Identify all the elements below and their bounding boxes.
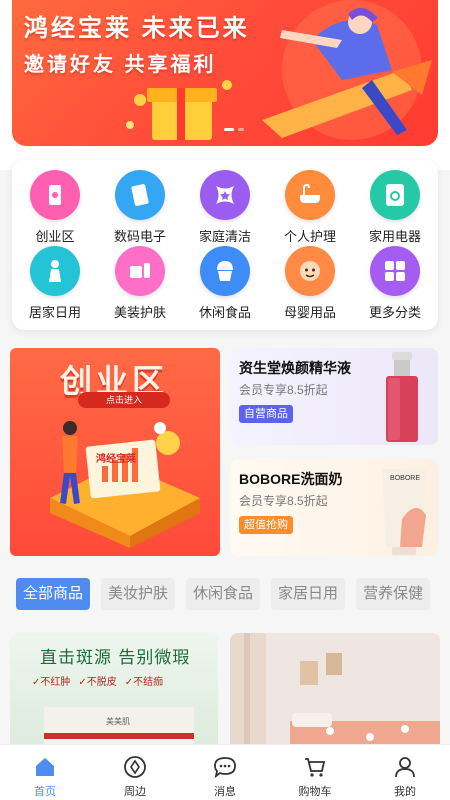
enter-button[interactable]: 点击进入	[78, 392, 170, 408]
feature-item: ✓不红肿	[32, 677, 71, 688]
promo-card-cleanser[interactable]: BOBORE洗面奶 会员专享8.5折起 超值抢购 BOBORE	[230, 459, 438, 556]
category-item-digital[interactable]: 数码电子	[100, 170, 180, 246]
nav-nearby[interactable]: 周边	[90, 745, 180, 800]
device-icon	[115, 170, 165, 220]
bedroom-photo	[230, 633, 440, 753]
serum-bottle-image	[386, 352, 418, 442]
bathtub-icon	[285, 170, 335, 220]
promo-title: BOBORE洗面奶	[239, 471, 343, 487]
category-item-snacks[interactable]: 休闲食品	[185, 246, 265, 322]
cleaning-icon	[200, 170, 250, 220]
promo-card-serum[interactable]: 资生堂焕颜精华液 会员专享8.5折起 自营商品	[230, 348, 438, 445]
nav-label: 我的	[394, 786, 416, 798]
pager-dot	[238, 128, 244, 131]
banner-area: 鸿经宝莱 未来已来 邀请好友 共享福利	[0, 0, 450, 170]
product-card[interactable]: 直击斑源 告别微瑕 ✓不红肿 ✓不脱皮 ✓不结痂 美美肌	[10, 633, 218, 753]
home-icon	[0, 753, 90, 781]
banner-subtitle: 邀请好友 共享福利	[24, 54, 217, 76]
brand-sign: 鸿经宝莱	[96, 454, 136, 465]
category-label: 美装护肤	[113, 305, 166, 320]
cleanser-brand-text: BOBORE	[390, 475, 420, 482]
tab-all-products[interactable]: 全部商品	[16, 578, 91, 610]
washer-icon	[370, 170, 420, 220]
phone-icon	[30, 170, 80, 220]
product-headline: 直击斑源 告别微瑕	[40, 648, 191, 668]
grid-icon	[370, 246, 420, 296]
tab-snacks[interactable]: 休闲食品	[186, 578, 261, 610]
nav-home[interactable]: 首页	[0, 745, 90, 800]
product-card[interactable]	[230, 633, 440, 753]
baby-icon	[285, 246, 335, 296]
tab-nutrition[interactable]: 营养保健	[356, 578, 431, 610]
cleanser-tube-image	[382, 469, 426, 555]
category-tabs: 全部商品 美妆护肤 休闲食品 家居日用 营养保健	[16, 578, 431, 610]
promo-tag: 超值抢购	[239, 516, 293, 534]
category-label: 更多分类	[368, 305, 421, 320]
promo-tag: 自营商品	[239, 405, 293, 423]
category-item-baby[interactable]: 母婴用品	[270, 246, 350, 322]
product-features: ✓不红肿 ✓不脱皮 ✓不结痂	[32, 673, 163, 688]
promo-subtitle: 会员专享8.5折起	[239, 494, 328, 508]
banner-pager	[224, 128, 244, 131]
startup-zone-banner[interactable]: 创业区 点击进入 鸿经宝莱	[10, 348, 220, 556]
nav-label: 首页	[34, 786, 56, 798]
promo-subtitle: 会员专享8.5折起	[239, 383, 328, 397]
feature-item: ✓不结痂	[124, 677, 164, 688]
category-label: 居家日用	[28, 305, 81, 320]
category-item-more[interactable]: 更多分类	[355, 246, 435, 322]
compass-icon	[90, 753, 180, 781]
cart-icon	[270, 753, 360, 781]
category-item-household[interactable]: 居家日用	[15, 246, 95, 322]
nav-cart[interactable]: 购物车	[270, 745, 360, 800]
cupcake-icon	[200, 246, 250, 296]
category-item-personal-care[interactable]: 个人护理	[270, 170, 350, 246]
profile-icon	[360, 753, 450, 781]
category-label: 母婴用品	[283, 305, 336, 320]
tab-beauty[interactable]: 美妆护肤	[101, 578, 176, 610]
bottom-nav: 首页 周边 消息 购物车 我的	[0, 744, 450, 800]
category-label: 家庭清洁	[198, 229, 251, 244]
category-item-cleaning[interactable]: 家庭清洁	[185, 170, 265, 246]
category-item-startup[interactable]: 创业区	[15, 170, 95, 246]
nav-label: 消息	[214, 786, 236, 798]
cosmetics-icon	[115, 246, 165, 296]
tab-household[interactable]: 家居日用	[271, 578, 346, 610]
promo-title: 资生堂焕颜精华液	[239, 360, 351, 376]
product-box-brand: 美美肌	[106, 717, 130, 726]
pager-dot-active	[224, 128, 234, 131]
banner-title: 鸿经宝莱 未来已来	[24, 15, 250, 42]
nav-label: 周边	[124, 786, 146, 798]
category-label: 休闲食品	[198, 305, 251, 320]
nav-label: 购物车	[298, 786, 332, 798]
category-grid: 创业区 数码电子 家庭清洁 个人护理 家用电器 居家日用 美装护肤 休闲食品 母…	[12, 160, 438, 330]
category-label: 个人护理	[283, 229, 336, 244]
nav-messages[interactable]: 消息	[180, 745, 270, 800]
category-label: 数码电子	[113, 229, 166, 244]
person-icon	[30, 246, 80, 296]
category-item-appliances[interactable]: 家用电器	[355, 170, 435, 246]
category-label: 创业区	[35, 229, 75, 244]
nav-profile[interactable]: 我的	[360, 745, 450, 800]
category-label: 家用电器	[368, 229, 421, 244]
feature-item: ✓不脱皮	[78, 677, 117, 688]
category-item-beauty[interactable]: 美装护肤	[100, 246, 180, 322]
promo-banner[interactable]: 鸿经宝莱 未来已来 邀请好友 共享福利	[12, 0, 438, 146]
message-icon	[180, 753, 270, 781]
